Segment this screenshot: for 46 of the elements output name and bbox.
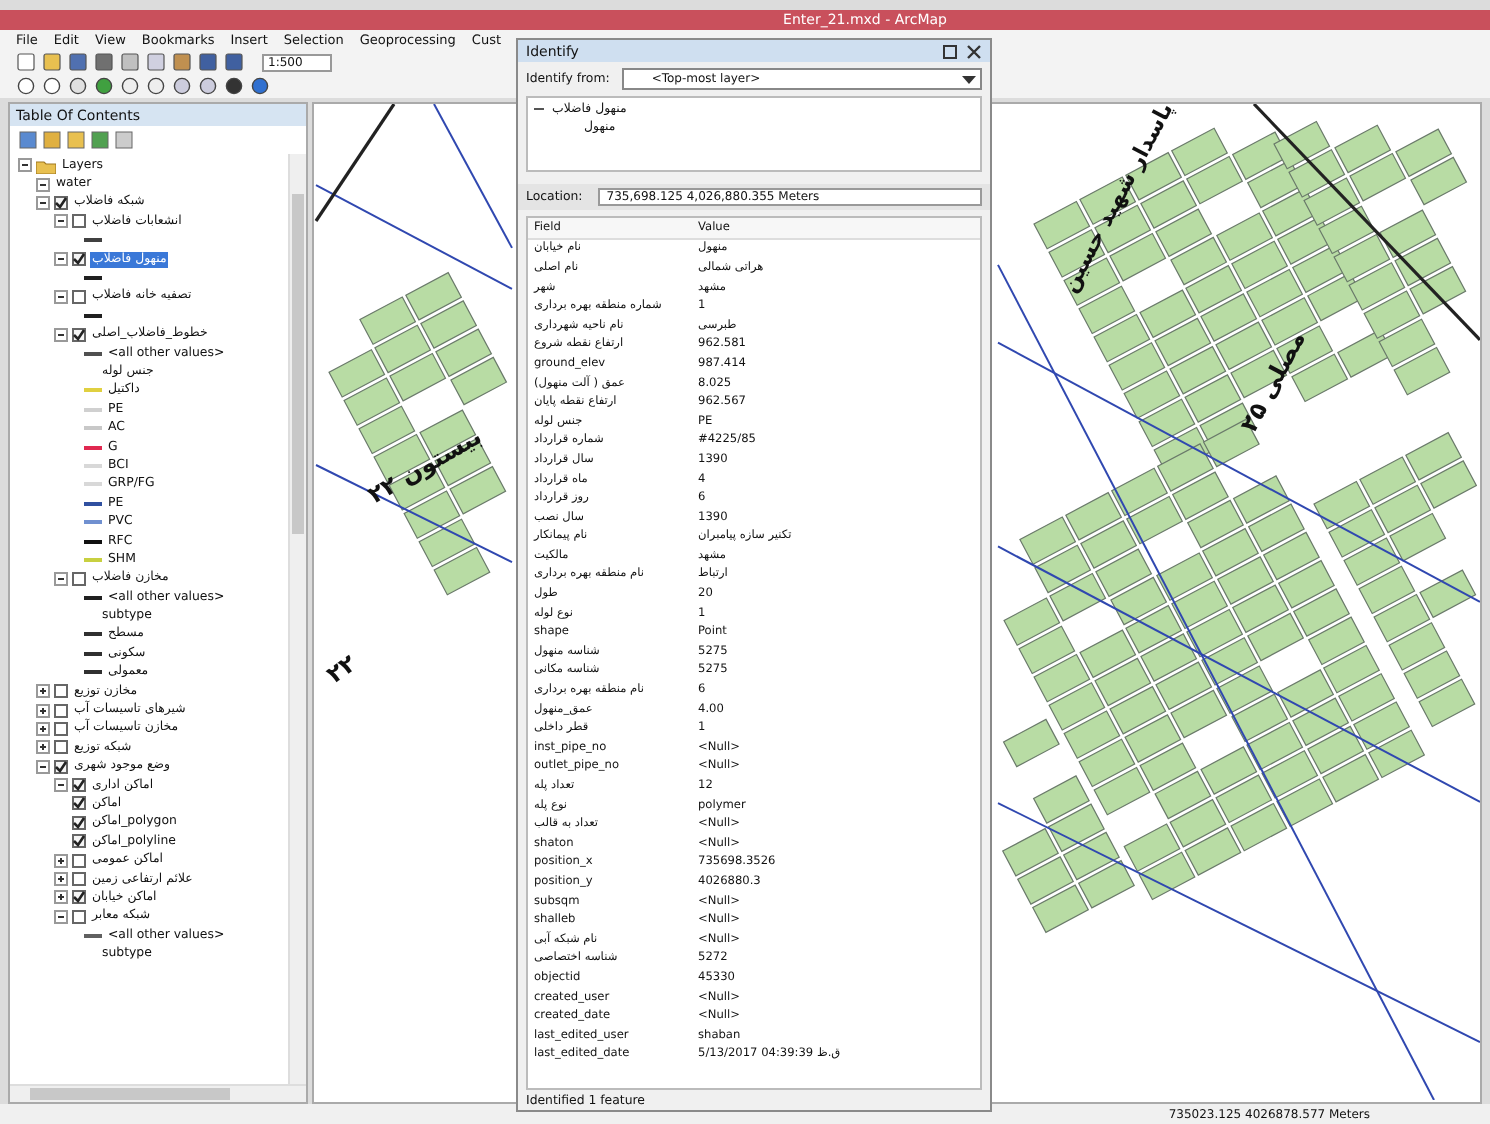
layer-checkbox[interactable] bbox=[72, 890, 86, 905]
layer-checkbox[interactable] bbox=[72, 571, 86, 586]
layer-checkbox[interactable] bbox=[54, 684, 68, 699]
layer-checkbox[interactable] bbox=[54, 195, 68, 210]
layer-checkbox[interactable] bbox=[72, 909, 86, 924]
expand-toggle[interactable] bbox=[54, 872, 68, 887]
scrollbar[interactable] bbox=[10, 1084, 306, 1102]
collapse-toggle[interactable] bbox=[54, 327, 68, 342]
collapse-toggle[interactable] bbox=[532, 102, 546, 116]
expand-toggle[interactable] bbox=[36, 740, 50, 755]
layer-checkbox[interactable] bbox=[54, 703, 68, 718]
layer-checkbox[interactable] bbox=[72, 853, 86, 868]
collapse-toggle[interactable] bbox=[18, 158, 32, 173]
layer-checkbox[interactable] bbox=[72, 327, 86, 342]
expand-toggle[interactable] bbox=[54, 853, 68, 868]
layer-checkbox[interactable] bbox=[72, 815, 86, 830]
street-label: مصلی ۲۵ bbox=[1234, 326, 1312, 437]
collapse-toggle[interactable] bbox=[54, 252, 68, 267]
layer-checkbox[interactable] bbox=[54, 721, 68, 736]
layer-checkbox[interactable] bbox=[72, 778, 86, 793]
collapse-toggle[interactable] bbox=[36, 177, 50, 192]
street-label: پاسدار شهید حسین bbox=[1056, 104, 1179, 297]
layer-checkbox[interactable] bbox=[54, 759, 68, 774]
collapse-toggle[interactable] bbox=[54, 571, 68, 586]
layer-checkbox[interactable] bbox=[72, 796, 86, 811]
collapse-toggle[interactable] bbox=[54, 214, 68, 229]
expand-toggle[interactable] bbox=[36, 703, 50, 718]
layer-checkbox[interactable] bbox=[72, 872, 86, 887]
scrollbar[interactable] bbox=[288, 154, 306, 1084]
collapse-toggle[interactable] bbox=[54, 778, 68, 793]
layers-icon bbox=[36, 157, 56, 174]
expand-toggle[interactable] bbox=[54, 890, 68, 905]
collapse-toggle[interactable] bbox=[36, 195, 50, 210]
street-label: ۲۲ bbox=[321, 649, 362, 689]
layer-checkbox[interactable] bbox=[72, 214, 86, 229]
street-label: بیستون ۲۲ bbox=[363, 421, 487, 510]
expand-toggle[interactable] bbox=[36, 684, 50, 699]
layer-checkbox[interactable] bbox=[54, 740, 68, 755]
layer-checkbox[interactable] bbox=[72, 252, 86, 267]
collapse-toggle[interactable] bbox=[54, 289, 68, 304]
layer-checkbox[interactable] bbox=[72, 834, 86, 849]
collapse-toggle[interactable] bbox=[54, 909, 68, 924]
close-icon[interactable] bbox=[966, 43, 982, 59]
expand-toggle[interactable] bbox=[36, 721, 50, 736]
layer-checkbox[interactable] bbox=[72, 289, 86, 304]
collapse-toggle[interactable] bbox=[36, 759, 50, 774]
